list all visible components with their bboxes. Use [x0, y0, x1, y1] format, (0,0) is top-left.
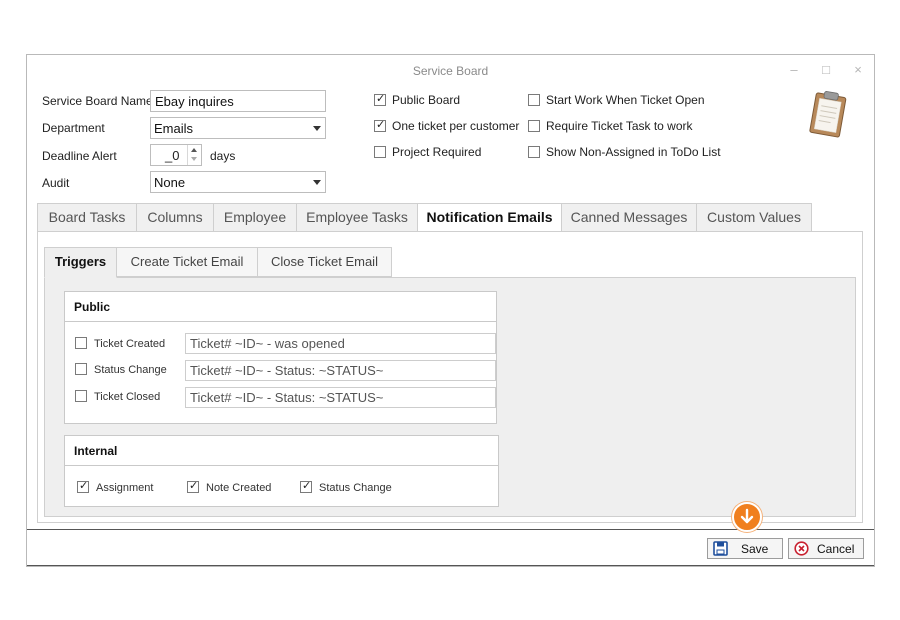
scroll-down-indicator[interactable] [732, 502, 762, 532]
status-change-label: Status Change [94, 364, 167, 376]
stepper-down-icon[interactable] [191, 157, 197, 161]
tab-custom-values[interactable]: Custom Values [696, 203, 812, 232]
chevron-down-icon [313, 180, 321, 185]
public-group-title: Public [65, 292, 496, 322]
subtab-create-ticket-email[interactable]: Create Ticket Email [116, 247, 258, 277]
tab-employee[interactable]: Employee [213, 203, 297, 232]
tab-employee-tasks[interactable]: Employee Tasks [296, 203, 418, 232]
ticket-created-template-input[interactable]: Ticket# ~ID~ - was opened [185, 333, 496, 354]
department-select[interactable]: Emails [150, 117, 326, 139]
status-change-checkbox[interactable] [75, 363, 87, 375]
require-ticket-task-label: Require Ticket Task to work [546, 119, 693, 133]
show-non-assigned-checkbox[interactable] [528, 146, 540, 158]
internal-group-title: Internal [65, 436, 498, 466]
start-work-checkbox[interactable] [528, 94, 540, 106]
tab-board-tasks[interactable]: Board Tasks [37, 203, 137, 232]
cancel-button[interactable]: Cancel [788, 538, 864, 559]
start-work-label: Start Work When Ticket Open [546, 93, 705, 107]
assignment-checkbox[interactable] [77, 479, 89, 493]
chevron-down-icon [313, 126, 321, 131]
audit-select[interactable]: None [150, 171, 326, 193]
audit-value: None [154, 175, 186, 190]
title-bar: Service Board – □ × [27, 55, 874, 85]
save-label: Save [741, 542, 769, 556]
dialog-footer: Save Cancel [27, 529, 874, 566]
assignment-label: Assignment [96, 482, 154, 494]
deadline-alert-label: Deadline Alert [42, 149, 117, 163]
require-ticket-task-checkbox[interactable] [528, 120, 540, 132]
department-value: Emails [154, 121, 194, 136]
deadline-alert-value: _0 [165, 148, 180, 163]
save-icon [713, 541, 728, 556]
note-created-label: Note Created [206, 482, 272, 494]
ticket-closed-template-input[interactable]: Ticket# ~ID~ - Status: ~STATUS~ [185, 387, 496, 408]
ticket-created-checkbox[interactable] [75, 337, 87, 349]
save-button[interactable]: Save [707, 538, 783, 559]
public-board-label: Public Board [392, 93, 461, 107]
ticket-closed-checkbox[interactable] [75, 390, 87, 402]
show-non-assigned-label: Show Non-Assigned in ToDo List [546, 145, 721, 159]
service-board-name-input[interactable]: Ebay inquires [150, 90, 326, 112]
cancel-icon [794, 541, 809, 556]
status-change-template-input[interactable]: Ticket# ~ID~ - Status: ~STATUS~ [185, 360, 496, 381]
subtab-close-ticket-email[interactable]: Close Ticket Email [257, 247, 392, 277]
service-board-window: Service Board – □ × Service Board Name E… [26, 54, 875, 567]
audit-label: Audit [42, 176, 70, 190]
one-ticket-per-customer-checkbox[interactable] [374, 118, 386, 132]
stepper-buttons[interactable] [187, 145, 201, 165]
ticket-closed-label: Ticket Closed [94, 391, 161, 403]
one-ticket-per-customer-label: One ticket per customer [392, 119, 520, 133]
subtab-triggers[interactable]: Triggers [44, 247, 117, 278]
public-board-checkbox[interactable] [374, 92, 386, 106]
cancel-label: Cancel [817, 542, 855, 556]
deadline-alert-stepper[interactable]: _0 [150, 144, 202, 166]
minimize-icon[interactable]: – [785, 62, 803, 78]
internal-status-change-checkbox[interactable] [300, 479, 312, 493]
tab-columns[interactable]: Columns [136, 203, 214, 232]
clipboard-icon [809, 91, 847, 138]
stepper-up-icon[interactable] [191, 148, 197, 152]
internal-status-change-label: Status Change [319, 482, 392, 494]
department-label: Department [42, 121, 105, 135]
project-required-checkbox[interactable] [374, 146, 386, 158]
window-title: Service Board [412, 64, 489, 78]
maximize-icon[interactable]: □ [817, 62, 835, 78]
service-board-name-label: Service Board Name [42, 94, 153, 108]
deadline-unit-label: days [210, 149, 236, 163]
tab-notification-emails[interactable]: Notification Emails [417, 203, 562, 233]
ticket-created-label: Ticket Created [94, 338, 166, 350]
internal-group: Internal [64, 435, 499, 507]
arrow-down-icon [740, 508, 754, 524]
tab-canned-messages[interactable]: Canned Messages [561, 203, 697, 232]
close-icon[interactable]: × [849, 62, 867, 78]
note-created-checkbox[interactable] [187, 479, 199, 493]
project-required-label: Project Required [392, 145, 482, 159]
